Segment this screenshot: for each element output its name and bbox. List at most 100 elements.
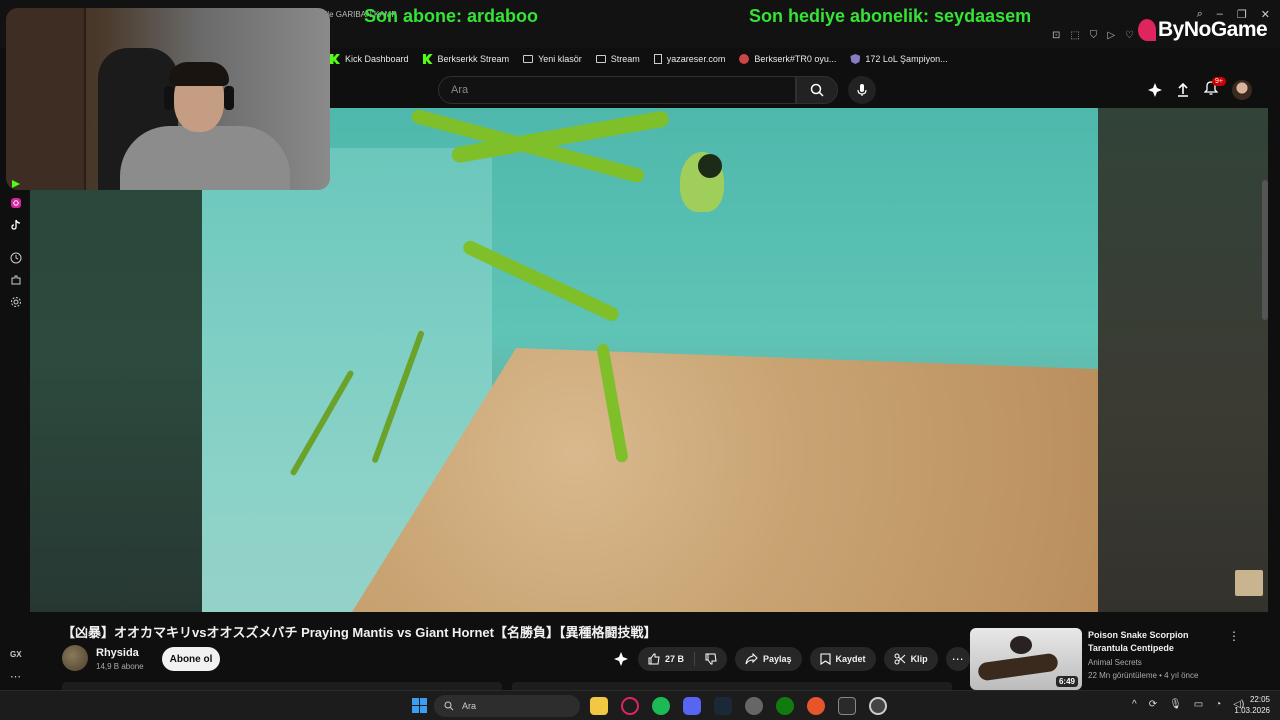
mic-tray-icon[interactable]: 🎙 [1169,699,1182,710]
bookmark-label: Stream [610,54,640,64]
search-icon [810,83,824,97]
recommended-video-thumbnail[interactable]: 6:49 [970,628,1082,690]
instagram-icon[interactable] [10,197,22,209]
bookmark-lol-sampiyon[interactable]: 172 LoL Şampiyon... [850,54,948,64]
clock-date: 1.03.2026 [1234,706,1270,715]
chevron-up-icon[interactable]: ^ [1132,699,1137,710]
kick-icon [422,54,433,64]
taskbar-clock[interactable]: 22:05 1.03.2026 [1228,694,1270,716]
clip-label: Klip [910,654,928,664]
like-button[interactable]: 27 B [638,647,694,671]
search-input[interactable]: Ara [438,76,796,104]
scrollbar[interactable] [1262,180,1268,320]
clock-time: 22:05 [1249,695,1270,704]
bookmark-kick-dashboard[interactable]: Kick Dashboard [330,54,409,64]
headset-icon [224,86,234,110]
avatar[interactable] [1232,80,1252,100]
upload-icon[interactable] [1176,83,1190,97]
voice-search-button[interactable] [848,76,876,104]
file-explorer-icon[interactable] [590,697,608,715]
bynogame-logo: ByNoGame [1138,18,1268,42]
share-icon [745,653,758,665]
subscribe-button[interactable]: Abone ol [162,647,220,671]
settings-icon[interactable] [10,296,22,308]
share-button[interactable]: Paylaş [735,647,802,671]
gx-label[interactable]: GX [10,650,22,659]
round-icon [739,54,750,64]
folder-icon [595,55,606,63]
kick-icon[interactable] [10,178,22,190]
description-box[interactable] [512,682,952,690]
sparkle-icon [614,652,628,666]
mantis-eye [698,154,722,178]
steam-icon[interactable] [714,697,732,715]
channel-name[interactable]: Rhysida [96,647,139,659]
recommended-video-title[interactable]: Poison Snake Scorpion Tarantula Centiped… [1088,629,1218,655]
epic-games-icon[interactable] [838,697,856,715]
bookmark-label: 172 LoL Şampiyon... [865,54,948,64]
like-count: 27 B [665,654,685,664]
save-button[interactable]: Kaydet [809,647,876,671]
kebab-menu-icon[interactable]: ⋮ [1228,629,1240,643]
bookmark-yeni-klasor[interactable]: Yeni klasör [523,54,582,64]
spotify-icon[interactable] [652,697,670,715]
more-icon[interactable]: ⋯ [10,670,21,683]
bookmark-label: Berkserk#TR0 oyu... [754,54,837,64]
opera-gx-icon[interactable] [621,697,639,715]
bookmark-stream[interactable]: Stream [595,54,640,64]
discord-icon[interactable] [683,697,701,715]
pin-icon[interactable]: ⊡ [1052,30,1060,41]
description-box[interactable] [62,682,502,690]
recommended-video-channel[interactable]: Animal Secrets [1088,658,1142,667]
channel-avatar[interactable] [62,645,88,671]
xbox-icon[interactable] [776,697,794,715]
ambient-right [1098,108,1268,612]
search-button[interactable] [796,76,838,104]
clip-button[interactable]: Klip [883,647,938,671]
logo-text: ByNoGame [1158,18,1268,41]
wifi-icon[interactable]: ◔ [1215,699,1221,710]
app-icon[interactable] [869,697,887,715]
shield-ext-icon[interactable]: ⛉ [1090,30,1098,41]
webcam-person-body [120,126,290,190]
channel-subscriber-count: 14,9 B abone [96,662,144,671]
extensions-icon[interactable] [10,274,22,286]
bookmark-icon [819,653,831,665]
notifications-button[interactable]: 9+ [1203,77,1226,100]
bookmark-yazareser[interactable]: yazareser.com [653,54,725,64]
bynogame-logo-icon [1138,19,1156,42]
share-label: Paylaş [763,654,792,664]
obs-icon[interactable] [745,697,763,715]
bookmark-berkserkk-stream[interactable]: Berkserkk Stream [422,54,510,64]
last-gift-overlay: Son hediye abonelik: seydaasem [749,6,1032,26]
bookmark-label: Yeni klasör [538,54,582,64]
recommended-video-meta: 22 Mn görüntüleme • 4 yıl önce [1088,671,1199,680]
kick-icon [330,54,340,64]
sync-icon[interactable]: ⟳ [1149,699,1157,710]
history-icon[interactable] [10,252,22,264]
thumbnail-centipede [977,652,1059,682]
miniplayer-thumbnail[interactable] [1235,570,1263,596]
save-label: Kaydet [835,654,866,664]
microphone-icon [857,84,867,96]
gemini-sparkle-icon[interactable] [1148,83,1162,97]
dislike-button[interactable] [695,647,727,671]
bookmark-label: Berkserkk Stream [437,54,510,64]
search-icon [444,701,454,711]
display-icon[interactable]: ▭ [1194,699,1203,710]
taskbar-search[interactable]: Ara [434,695,580,717]
origin-icon[interactable] [807,697,825,715]
heart-icon[interactable]: ♡ [1125,30,1134,41]
video-actions: 27 B Paylaş Kaydet Klip ⋯ [612,647,970,671]
screenshot-icon[interactable]: ⬚ [1070,30,1079,41]
page-icon [653,54,662,64]
play-icon[interactable]: ▷ [1107,30,1115,41]
tiktok-icon[interactable] [10,219,22,231]
more-actions-button[interactable]: ⋯ [945,647,970,671]
browser-sidebar: GX ⋯ [0,176,30,696]
bookmark-berkserk-tr0[interactable]: Berkserk#TR0 oyu... [739,54,836,64]
windows-taskbar: Ara ^ ⟳ 🎙 ▭ ◔ ◁) 22:05 1.03.2026 [0,690,1280,720]
ask-button[interactable] [612,647,630,671]
windows-start-icon[interactable] [412,698,427,713]
video-frame[interactable] [202,108,1098,612]
